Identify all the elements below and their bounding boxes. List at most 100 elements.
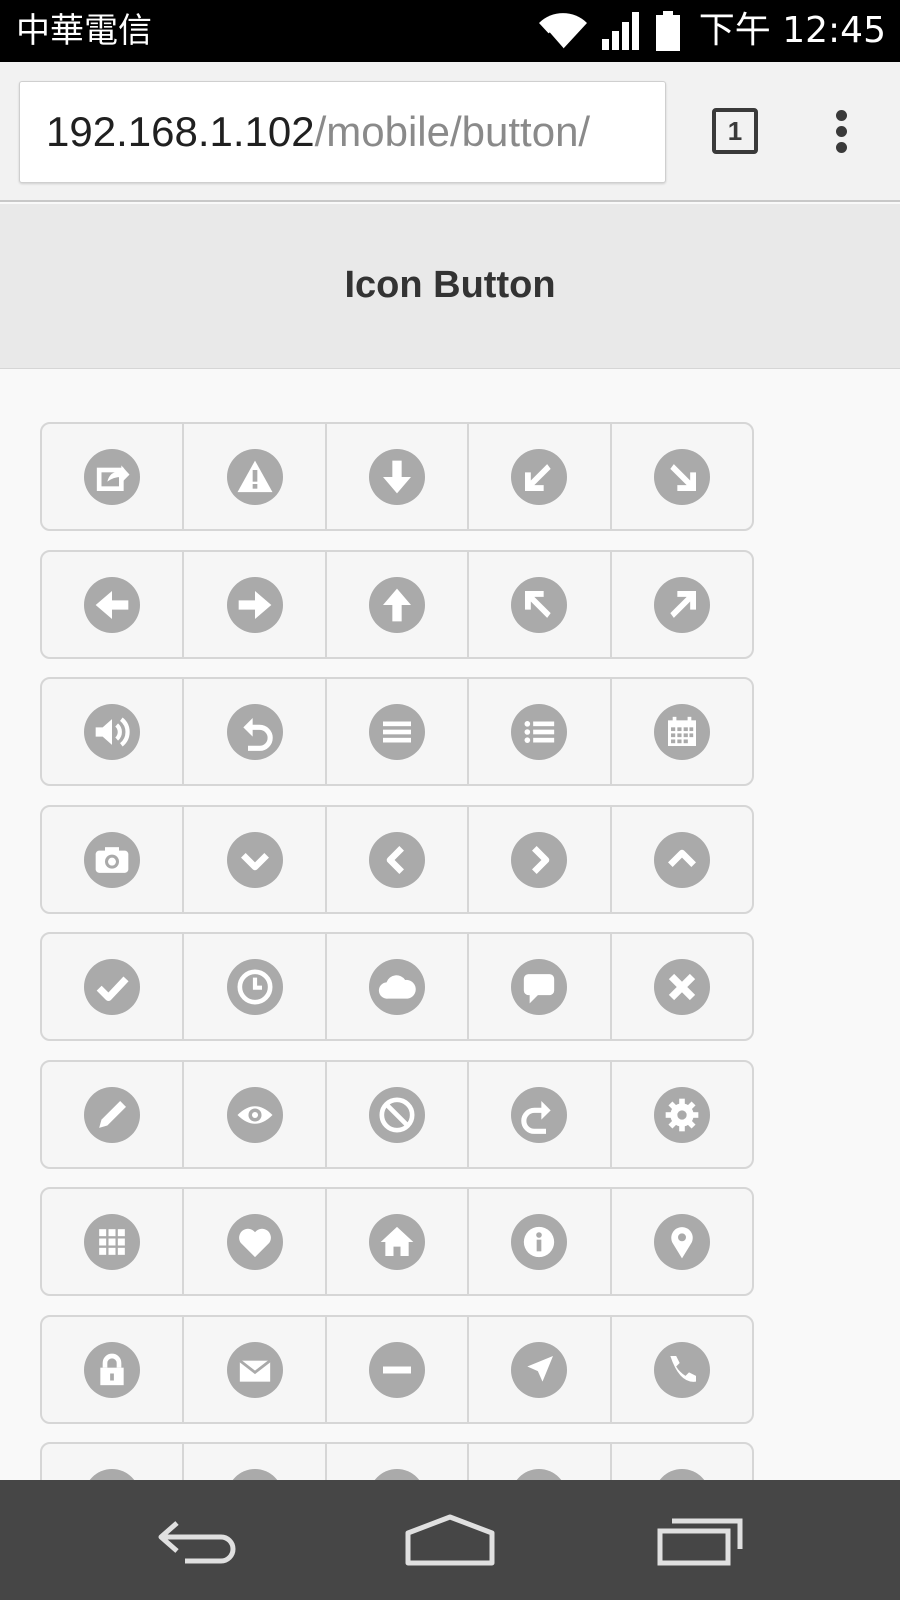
location-button[interactable]	[612, 1189, 752, 1294]
battery-icon	[655, 11, 680, 51]
power-button[interactable]	[184, 1444, 327, 1480]
forbidden-button[interactable]	[327, 1062, 470, 1167]
delete-button[interactable]	[612, 934, 752, 1039]
cloud-icon	[369, 958, 426, 1015]
calendar-button[interactable]	[612, 679, 752, 784]
home-icon	[369, 1213, 426, 1270]
bullets-icon	[511, 703, 568, 760]
carat-up-icon	[653, 831, 710, 888]
search-button[interactable]	[612, 1444, 752, 1480]
icon-button-row	[40, 1187, 754, 1296]
arrow-up-button[interactable]	[327, 552, 470, 657]
page-header: Icon Button	[0, 204, 900, 369]
eye-icon	[226, 1086, 283, 1143]
navigation-bar	[0, 1480, 900, 1600]
heart-icon	[226, 1213, 283, 1270]
minus-button[interactable]	[327, 1317, 470, 1422]
carat-right-button[interactable]	[469, 807, 612, 912]
check-button[interactable]	[42, 934, 185, 1039]
back-nav-icon[interactable]	[140, 1502, 260, 1578]
audio-icon	[84, 703, 141, 760]
icon-button-row	[40, 932, 754, 1041]
carat-up-button[interactable]	[612, 807, 752, 912]
arrow-left-button[interactable]	[42, 552, 185, 657]
comment-button[interactable]	[469, 934, 612, 1039]
audio-button[interactable]	[42, 679, 185, 784]
refresh-button[interactable]	[469, 1444, 612, 1480]
forward-button[interactable]	[469, 1062, 612, 1167]
arrow-down-left-button[interactable]	[469, 424, 612, 529]
navigation-button[interactable]	[469, 1317, 612, 1422]
icon-button-row	[40, 1060, 754, 1169]
overflow-menu-icon[interactable]	[830, 108, 854, 156]
plus-button[interactable]	[42, 1444, 185, 1480]
plus-icon	[89, 1468, 135, 1480]
arrow-down-right-button[interactable]	[612, 424, 752, 529]
action-button[interactable]	[42, 424, 185, 529]
home-nav-icon[interactable]	[390, 1502, 510, 1578]
refresh-icon	[516, 1468, 563, 1480]
eye-button[interactable]	[184, 1062, 327, 1167]
recycle-button[interactable]	[327, 1444, 470, 1480]
phone-icon	[653, 1341, 710, 1398]
recycle-icon	[374, 1468, 420, 1480]
back-button[interactable]	[184, 679, 327, 784]
browser-toolbar: 192.168.1.102/mobile/button/ 1	[0, 62, 900, 202]
mail-icon	[226, 1341, 283, 1398]
clock-button[interactable]	[184, 934, 327, 1039]
forward-icon	[511, 1086, 568, 1143]
carat-left-button[interactable]	[327, 807, 470, 912]
url-path: /mobile/button/	[314, 108, 591, 155]
heart-button[interactable]	[184, 1189, 327, 1294]
arrow-up-icon	[369, 576, 426, 633]
carat-down-icon	[226, 831, 283, 888]
phone-button[interactable]	[612, 1317, 752, 1422]
info-button[interactable]	[469, 1189, 612, 1294]
mail-button[interactable]	[184, 1317, 327, 1422]
edit-icon	[84, 1086, 141, 1143]
camera-button[interactable]	[42, 807, 185, 912]
comment-icon	[511, 958, 568, 1015]
check-icon	[84, 958, 141, 1015]
recents-nav-icon[interactable]	[640, 1502, 760, 1578]
arrow-up-right-button[interactable]	[612, 552, 752, 657]
icon-button-row	[40, 550, 754, 659]
minus-icon	[369, 1341, 426, 1398]
arrow-down-right-icon	[653, 448, 710, 505]
clock-icon	[226, 958, 283, 1015]
delete-icon	[653, 958, 710, 1015]
bars-button[interactable]	[327, 679, 470, 784]
gear-icon	[653, 1086, 710, 1143]
arrow-down-icon	[369, 448, 426, 505]
cloud-button[interactable]	[327, 934, 470, 1039]
lock-icon	[84, 1341, 141, 1398]
bars-icon	[369, 703, 426, 760]
arrow-down-left-icon	[511, 448, 568, 505]
url-bar[interactable]: 192.168.1.102/mobile/button/	[19, 81, 666, 183]
carat-left-icon	[369, 831, 426, 888]
grid-button[interactable]	[42, 1189, 185, 1294]
lock-button[interactable]	[42, 1317, 185, 1422]
gear-button[interactable]	[612, 1062, 752, 1167]
arrow-up-left-button[interactable]	[469, 552, 612, 657]
arrow-right-button[interactable]	[184, 552, 327, 657]
arrow-left-icon	[84, 576, 141, 633]
alert-button[interactable]	[184, 424, 327, 529]
wifi-icon	[538, 13, 587, 50]
back-icon	[226, 703, 283, 760]
home-button[interactable]	[327, 1189, 470, 1294]
bullets-button[interactable]	[469, 679, 612, 784]
edit-button[interactable]	[42, 1062, 185, 1167]
url-host: 192.168.1.102	[46, 108, 315, 155]
icon-button-row	[40, 1442, 754, 1480]
tab-switcher-icon[interactable]: 1	[712, 108, 758, 154]
carat-down-button[interactable]	[184, 807, 327, 912]
location-icon	[653, 1213, 710, 1270]
icon-button-row	[40, 677, 754, 786]
action-icon	[84, 448, 141, 505]
info-icon	[511, 1213, 568, 1270]
arrow-down-button[interactable]	[327, 424, 470, 529]
carat-right-icon	[511, 831, 568, 888]
tab-count: 1	[727, 115, 743, 146]
icon-button-row	[40, 422, 754, 531]
